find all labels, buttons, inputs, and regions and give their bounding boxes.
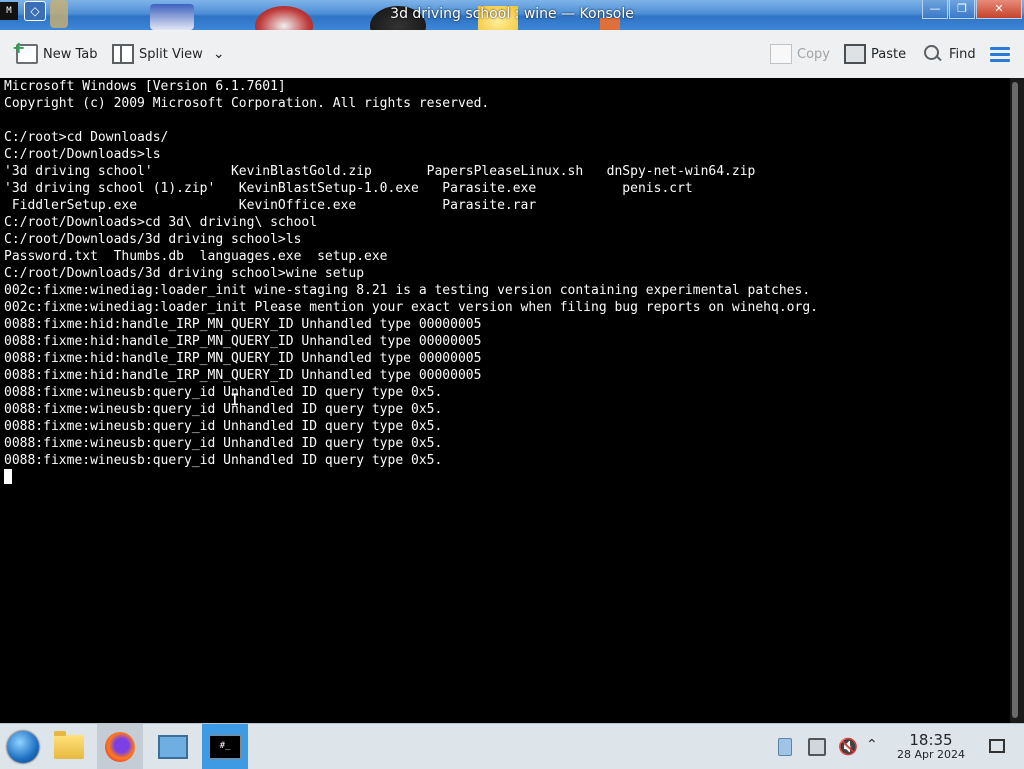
terminal-line: FiddlerSetup.exe KevinOffice.exe Parasit… [4, 198, 537, 213]
minimize-button[interactable]: — [922, 0, 948, 19]
terminal-line: 002c:fixme:winediag:loader_init wine-sta… [4, 283, 811, 298]
search-icon [922, 44, 944, 64]
find-label: Find [949, 46, 976, 62]
terminal-line: 0088:fixme:wineusb:query_id Unhandled ID… [4, 402, 443, 417]
paste-label: Paste [871, 46, 907, 62]
terminal-line: 0088:fixme:wineusb:query_id Unhandled ID… [4, 453, 443, 468]
ibeam-cursor-icon: I [230, 390, 240, 409]
split-view-icon [112, 44, 134, 64]
volume-muted-icon[interactable]: 🔇 [838, 737, 858, 756]
find-button[interactable]: Find [922, 42, 976, 66]
terminal-line: '3d driving school' KevinBlastGold.zip P… [4, 164, 756, 179]
paste-button[interactable]: Paste [844, 42, 906, 66]
copy-button[interactable]: Copy [770, 42, 830, 66]
terminal-line: 0088:fixme:hid:handle_IRP_MN_QUERY_ID Un… [4, 317, 482, 332]
terminal-line: 002c:fixme:winediag:loader_init Please m… [4, 300, 818, 315]
maximize-button[interactable]: ❐ [949, 0, 975, 19]
terminal-cursor-line [4, 469, 1010, 487]
terminal-line: '3d driving school (1).zip' KevinBlastSe… [4, 181, 693, 196]
folder-icon [54, 730, 84, 759]
monitor-icon [158, 734, 188, 759]
copy-label: Copy [797, 46, 830, 62]
terminal-text: Microsoft Windows [Version 6.1.7601] Cop… [4, 78, 1010, 469]
window-title: 3d driving school : wine — Konsole [390, 6, 634, 22]
terminal-line: C:/root>cd Downloads/ [4, 130, 169, 145]
terminal-line: 0088:fixme:wineusb:query_id Unhandled ID… [4, 436, 443, 451]
chevron-up-icon[interactable]: ⌃ [866, 737, 884, 755]
start-button[interactable] [0, 724, 46, 769]
window-buttons: — ❐ ✕ [921, 0, 1022, 20]
terminal-line: 0088:fixme:hid:handle_IRP_MN_QUERY_ID Un… [4, 368, 482, 383]
new-tab-label: New Tab [43, 46, 98, 62]
new-tab-icon [12, 38, 38, 64]
taskbar-firefox[interactable] [97, 724, 143, 769]
title-bar[interactable]: M ◇ 3d driving school : wine — Konsole —… [0, 0, 1024, 30]
terminal-line: C:/root/Downloads>ls [4, 147, 161, 162]
firefox-icon [105, 731, 135, 762]
terminal-line: 0088:fixme:hid:handle_IRP_MN_QUERY_ID Un… [4, 334, 482, 349]
terminal-line: Password.txt Thumbs.db languages.exe set… [4, 249, 388, 264]
new-tab-button[interactable]: New Tab [12, 38, 98, 66]
show-desktop-icon[interactable] [989, 739, 1005, 753]
terminal-output[interactable]: Microsoft Windows [Version 6.1.7601] Cop… [0, 78, 1010, 723]
taskbar-file-manager[interactable] [46, 724, 92, 769]
clipboard-icon[interactable] [808, 738, 826, 756]
scrollbar-thumb[interactable] [1012, 82, 1018, 718]
clock-time[interactable]: 18:35 [895, 731, 967, 749]
terminal-line: Copyright (c) 2009 Microsoft Corporation… [4, 96, 490, 111]
terminal-line: C:/root/Downloads/3d driving school>ls [4, 232, 302, 247]
taskbar-konsole[interactable]: #_ [202, 724, 248, 769]
taskbar-system-settings[interactable] [150, 724, 196, 769]
terminal-line: 0088:fixme:wineusb:query_id Unhandled ID… [4, 419, 443, 434]
chevron-down-icon[interactable]: ⌄ [213, 46, 225, 62]
terminal-line: C:/root/Downloads/3d driving school>wine… [4, 266, 365, 281]
copy-icon [770, 44, 792, 64]
terminal-line: 0088:fixme:wineusb:query_id Unhandled ID… [4, 385, 443, 400]
text-cursor [4, 469, 12, 484]
notes-tray-icon[interactable] [778, 738, 792, 756]
clock-date[interactable]: 28 Apr 2024 [890, 748, 972, 761]
terminal-line: 0088:fixme:hid:handle_IRP_MN_QUERY_ID Un… [4, 351, 482, 366]
paste-icon [844, 44, 866, 64]
taskbar: #_ 🔇 ⌃ 18:35 28 Apr 2024 [0, 723, 1024, 769]
terminal-line: Microsoft Windows [Version 6.1.7601] [4, 79, 286, 94]
terminal-line: C:/root/Downloads>cd 3d\ driving\ school [4, 215, 318, 230]
konsole-toolbar: New Tab Split View ⌄ Copy Paste Find [0, 30, 1024, 79]
terminal-icon: #_ [209, 734, 241, 759]
split-view-label: Split View [139, 46, 203, 62]
split-view-button[interactable]: Split View ⌄ [112, 42, 225, 66]
windows-orb-icon [7, 730, 39, 763]
hamburger-menu-icon[interactable] [990, 47, 1010, 63]
close-button[interactable]: ✕ [976, 0, 1022, 19]
